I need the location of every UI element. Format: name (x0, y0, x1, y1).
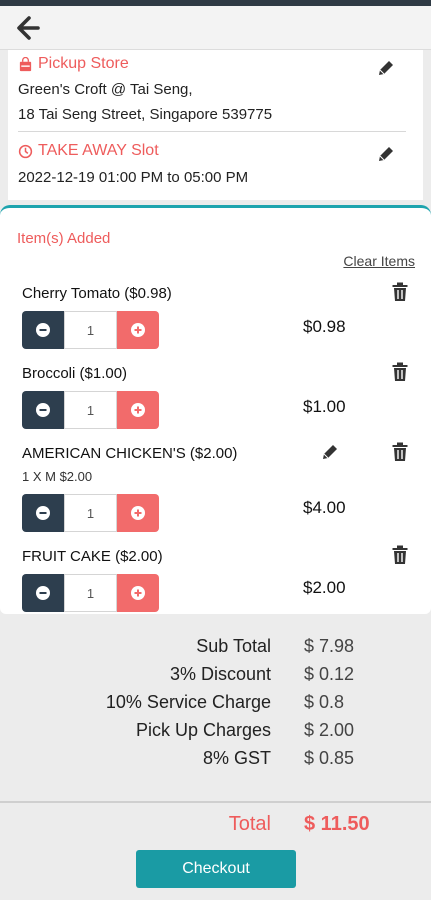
store-address: Green's Croft @ Tai Seng, 18 Tai Seng St… (18, 77, 272, 127)
item-name: FRUIT CAKE ($2.00) (22, 548, 163, 565)
item-name: AMERICAN CHICKEN'S ($2.00) (22, 445, 238, 462)
quantity-field[interactable]: 1 (64, 574, 117, 612)
service-charge-value: $ 0.8 (304, 692, 345, 712)
pickup-store-title: Pickup Store (18, 55, 129, 73)
discount-value: $ 0.12 (304, 664, 355, 684)
increase-quantity-button[interactable] (117, 574, 159, 612)
quantity-field[interactable]: 1 (64, 311, 117, 349)
section-divider (18, 131, 406, 132)
minus-circle-icon (36, 403, 50, 417)
subtotal-value: $ 7.98 (304, 636, 355, 656)
decrease-quantity-button[interactable] (22, 574, 64, 612)
plus-circle-icon (131, 506, 145, 520)
takeaway-slot-title: TAKE AWAY Slot (18, 142, 159, 160)
total-value: $ 11.50 (304, 813, 370, 835)
discount-label: 3% Discount (169, 664, 271, 684)
trash-icon[interactable] (391, 282, 409, 302)
minus-circle-icon (36, 323, 50, 337)
items-added-title: Item(s) Added (17, 230, 111, 247)
item-name: Broccoli ($1.00) (22, 365, 128, 382)
increase-quantity-button[interactable] (117, 391, 159, 429)
decrease-quantity-button[interactable] (22, 311, 64, 349)
slot-time: 2022-12-19 01:00 PM to 05:00 PM (18, 169, 249, 186)
plus-circle-icon (131, 403, 145, 417)
checkout-button[interactable]: Checkout (136, 850, 296, 888)
service-charge-label: 10% Service Charge (105, 692, 271, 712)
increase-quantity-button[interactable] (117, 311, 159, 349)
takeaway-slot-label: TAKE AWAY Slot (38, 142, 159, 159)
quantity-stepper: 1 (22, 574, 159, 612)
quantity-stepper: 1 (22, 311, 159, 349)
item-price: $4.00 (303, 498, 346, 517)
minus-circle-icon (36, 586, 50, 600)
item-price: $2.00 (303, 578, 346, 597)
arrow-left-icon (17, 16, 40, 40)
top-bar (0, 6, 431, 50)
store-address-line1: Green's Croft @ Tai Seng, (18, 81, 193, 98)
subtotal-label: Sub Total (196, 636, 271, 656)
item-name: Cherry Tomato ($0.98) (22, 285, 172, 302)
item-price: $1.00 (303, 397, 346, 416)
quantity-field[interactable]: 1 (64, 391, 117, 429)
pickup-charges-label: Pick Up Charges (135, 720, 271, 740)
plus-circle-icon (131, 323, 145, 337)
total-divider (0, 801, 431, 803)
item-option-detail: 1 X M $2.00 (22, 469, 93, 484)
pickup-charges-value: $ 2.00 (304, 720, 355, 740)
item-price: $0.98 (303, 317, 346, 336)
edit-item-icon[interactable] (320, 442, 340, 462)
quantity-stepper: 1 (22, 494, 159, 532)
increase-quantity-button[interactable] (117, 494, 159, 532)
trash-icon[interactable] (391, 362, 409, 382)
decrease-quantity-button[interactable] (22, 391, 64, 429)
edit-store-icon[interactable] (376, 58, 396, 78)
quantity-stepper: 1 (22, 391, 159, 429)
clock-icon (18, 144, 33, 158)
trash-icon[interactable] (391, 442, 409, 462)
back-button[interactable] (12, 12, 46, 44)
quantity-field[interactable]: 1 (64, 494, 117, 532)
trash-icon[interactable] (391, 545, 409, 565)
decrease-quantity-button[interactable] (22, 494, 64, 532)
gst-value: $ 0.85 (304, 748, 355, 768)
store-address-line2: 18 Tai Seng Street, Singapore 539775 (18, 106, 273, 123)
edit-slot-icon[interactable] (376, 144, 396, 164)
minus-circle-icon (36, 506, 50, 520)
total-label: Total (228, 813, 271, 835)
gst-label: 8% GST (202, 748, 271, 768)
shopping-bag-icon (19, 56, 32, 71)
clear-items-link[interactable]: Clear Items (343, 253, 415, 269)
pickup-store-label: Pickup Store (38, 55, 129, 72)
plus-circle-icon (131, 586, 145, 600)
items-card: Item(s) Added Clear Items Cherry Tomato … (0, 205, 431, 614)
pickup-card: Pickup Store Green's Croft @ Tai Seng, 1… (8, 50, 423, 200)
